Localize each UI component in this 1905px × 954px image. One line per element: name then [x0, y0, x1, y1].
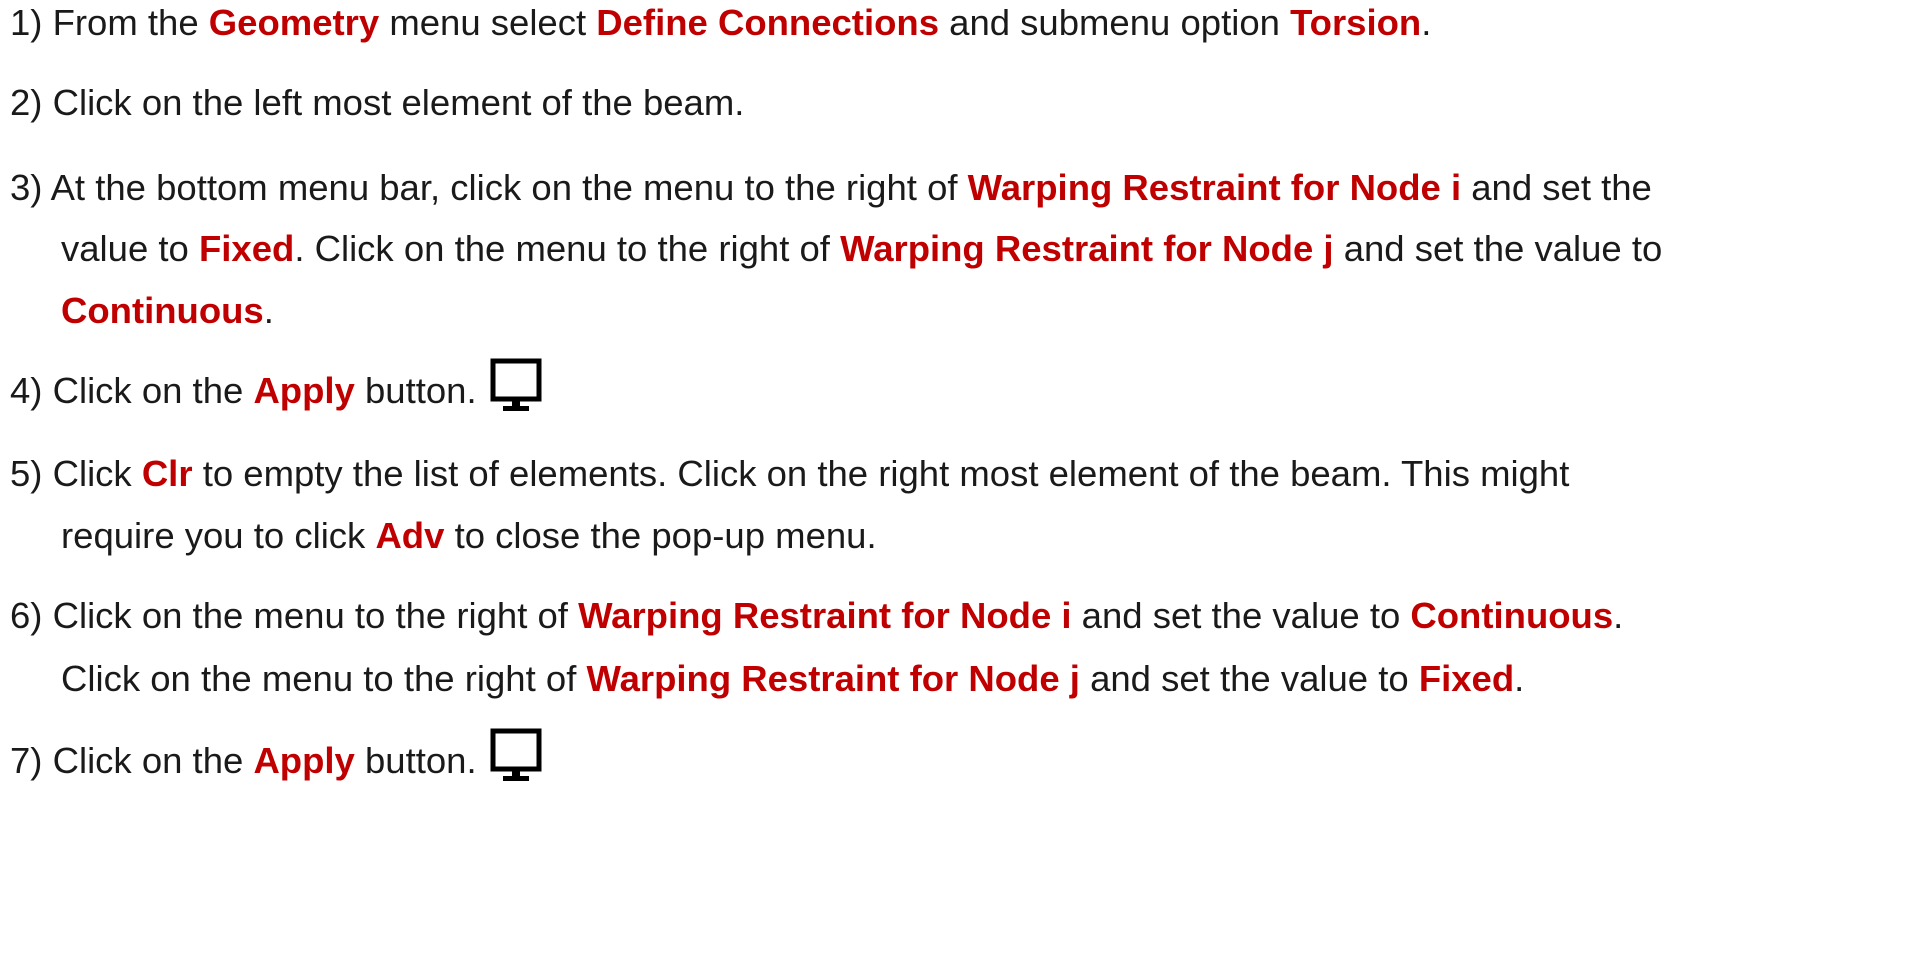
step-text: 2) Click on the left most element of the…	[10, 81, 745, 123]
step-text: .	[1613, 594, 1624, 636]
step-6-line-2: Click on the menu to the right of Warpin…	[10, 641, 1899, 716]
highlighted-term: Warping Restraint for Node i	[967, 166, 1462, 208]
highlighted-term: Apply	[253, 739, 355, 781]
highlighted-term: Fixed	[1418, 657, 1515, 699]
step-text: 7) Click on the	[10, 739, 254, 781]
step-text: .	[1421, 1, 1432, 43]
step-text: and set the value to	[1079, 657, 1419, 699]
step-text: button.	[354, 369, 477, 411]
highlighted-term: Clr	[141, 452, 193, 494]
step-text: to empty the list of elements. Click on …	[192, 452, 1570, 494]
highlighted-term: Torsion	[1290, 1, 1422, 43]
step-text: menu select	[379, 1, 597, 43]
highlighted-term: Fixed	[198, 227, 295, 269]
step-text: and set the	[1461, 166, 1652, 208]
step-text: . Click on the menu to the right of	[294, 227, 841, 269]
highlighted-term: Define Connections	[596, 1, 939, 43]
step-text: button.	[354, 739, 477, 781]
highlighted-term: Continuous	[61, 289, 264, 331]
step-text: and set the value to	[1333, 227, 1663, 269]
step-5-line-2: require you to click Adv to close the po…	[10, 498, 1899, 573]
step-2-line-1: 2) Click on the left most element of the…	[10, 65, 1899, 140]
step-text: 5) Click	[10, 452, 142, 494]
monitor-icon	[487, 355, 545, 413]
step-text: and set the value to	[1071, 594, 1411, 636]
instruction-document: 1) From the Geometry menu select Define …	[0, 0, 1905, 954]
step-text: 6) Click on the menu to the right of	[10, 594, 579, 636]
step-text: .	[263, 289, 274, 331]
highlighted-term: Warping Restraint for Node j	[840, 227, 1334, 269]
step-3-line-3: Continuous.	[10, 273, 1899, 348]
step-text: require you to click	[61, 514, 376, 556]
highlighted-term: Warping Restraint for Node i	[578, 594, 1072, 636]
step-text: 1) From the	[10, 1, 209, 43]
highlighted-term: Warping Restraint for Node j	[586, 657, 1080, 699]
step-text: 4) Click on the	[10, 369, 254, 411]
step-1-line-1: 1) From the Geometry menu select Define …	[10, 0, 1899, 60]
step-text: to close the pop-up menu.	[444, 514, 877, 556]
highlighted-term: Continuous	[1410, 594, 1614, 636]
step-text: 3) At the bottom menu bar, click on the …	[10, 166, 968, 208]
step-text: .	[1514, 657, 1525, 699]
step-4-line-1: 4) Click on the Apply button.	[10, 353, 1899, 428]
step-text: Click on the menu to the right of	[61, 657, 587, 699]
highlighted-term: Adv	[375, 514, 445, 556]
step-7-line-1: 7) Click on the Apply button.	[10, 723, 1899, 798]
highlighted-term: Geometry	[208, 1, 380, 43]
step-text: value to	[61, 227, 199, 269]
step-text: and submenu option	[939, 1, 1291, 43]
highlighted-term: Apply	[253, 369, 355, 411]
monitor-icon	[487, 725, 545, 783]
